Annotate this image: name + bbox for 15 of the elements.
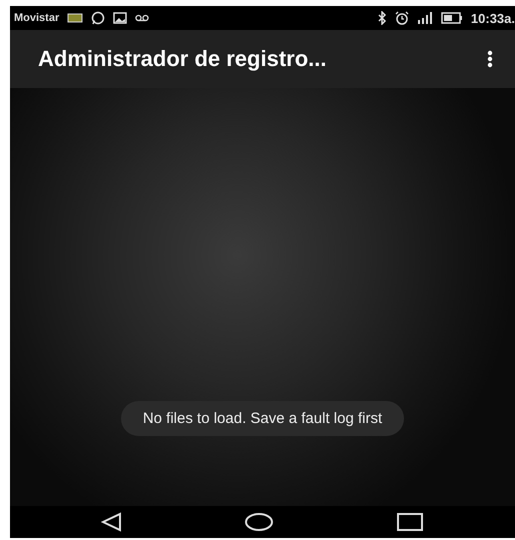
- voicemail-icon: [135, 14, 150, 22]
- chat-bubble-icon: [91, 11, 106, 25]
- carrier-name: Movistar: [14, 12, 60, 24]
- battery-icon: [440, 12, 463, 24]
- back-icon[interactable]: [100, 512, 123, 532]
- bluetooth-icon: [376, 11, 387, 25]
- alarm-clock-icon: [394, 11, 409, 25]
- clock-time: 10:33a.: [470, 10, 515, 26]
- image-icon: [113, 12, 128, 24]
- toast-message: No files to load. Save a fault log first: [120, 401, 404, 436]
- home-icon[interactable]: [244, 512, 274, 532]
- signal-icon: [416, 11, 433, 25]
- app-title: Administrador de registro...: [38, 46, 326, 72]
- recents-icon[interactable]: [396, 512, 424, 532]
- overflow-menu-icon[interactable]: [487, 50, 493, 68]
